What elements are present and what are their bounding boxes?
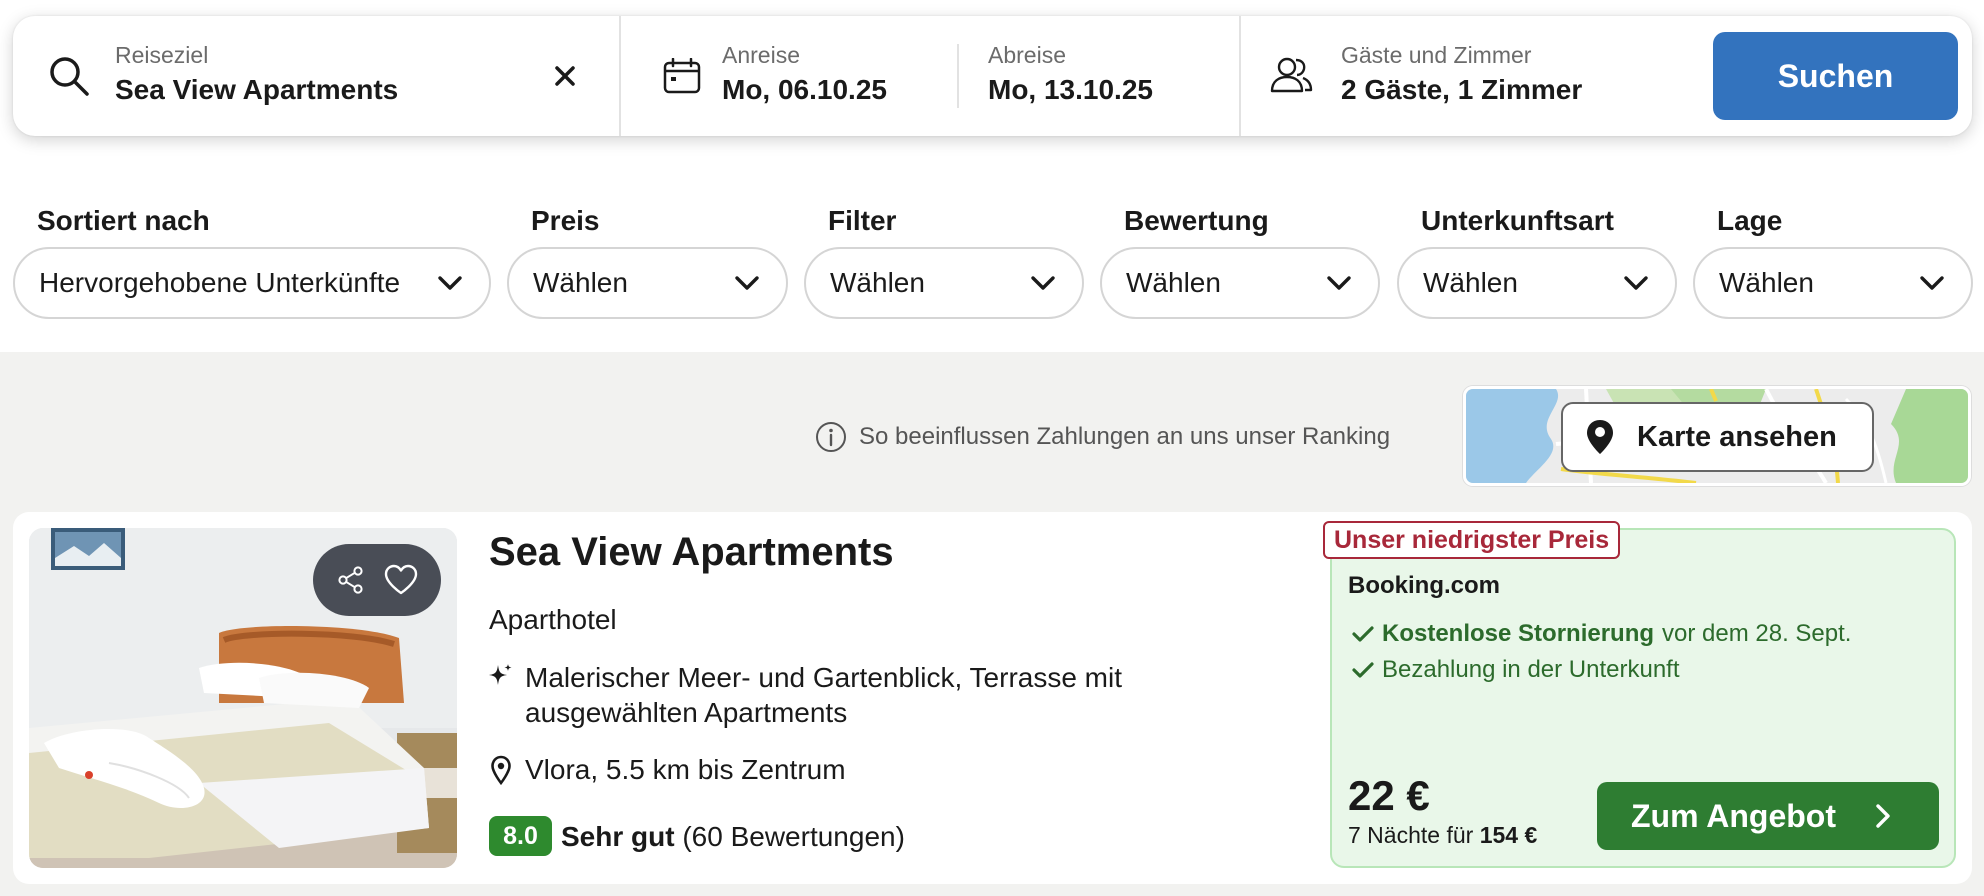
view-map-button[interactable]: Karte ansehen: [1561, 402, 1874, 472]
clear-icon[interactable]: [554, 65, 576, 87]
search-bar: Reiseziel Sea View Apartments Anreise Mo…: [13, 16, 1972, 136]
checkin-field[interactable]: Anreise Mo, 06.10.25: [621, 16, 951, 136]
rating-select[interactable]: Wählen: [1100, 247, 1380, 319]
filter-select-value: Wählen: [830, 267, 925, 298]
filter-select[interactable]: Wählen: [804, 247, 1084, 319]
location-select[interactable]: Wählen: [1693, 247, 1973, 319]
calendar-icon: [663, 58, 701, 94]
benefit-pay-at-property-text: Bezahlung in der Unterkunft: [1382, 656, 1680, 683]
chevron-down-icon: [438, 276, 462, 290]
checkin-value: Mo, 06.10.25: [722, 74, 887, 105]
type-select[interactable]: Wählen: [1397, 247, 1677, 319]
rating-score-badge: 8.0: [489, 816, 552, 856]
filter-label-location: Lage: [1717, 205, 1783, 236]
chevron-down-icon: [735, 276, 759, 290]
filter-label-price: Preis: [531, 205, 600, 236]
total-price-prefix: 7 Nächte für: [1348, 822, 1474, 848]
destination-field[interactable]: Reiseziel Sea View Apartments: [13, 16, 619, 136]
view-deal-label: Zum Angebot: [1631, 797, 1836, 834]
hotel-title[interactable]: Sea View Apartments: [489, 530, 894, 575]
chevron-down-icon: [1624, 276, 1648, 290]
destination-value: Sea View Apartments: [115, 74, 399, 105]
hotel-location: Vlora, 5.5 km bis Zentrum: [525, 754, 846, 785]
price-select-value: Wählen: [533, 267, 628, 298]
filter-label-type: Unterkunftsart: [1421, 205, 1614, 236]
filter-label-rating: Bewertung: [1124, 205, 1269, 236]
rating-summary[interactable]: Sehr gut (60 Bewertungen): [561, 821, 905, 853]
rating-count: (60 Bewertungen): [682, 821, 905, 852]
guests-value: 2 Gäste, 1 Zimmer: [1341, 74, 1583, 105]
location-select-value: Wählen: [1719, 267, 1814, 298]
info-icon: [816, 422, 846, 452]
sparkle-icon: [489, 664, 512, 685]
heart-icon[interactable]: [383, 564, 419, 596]
ranking-info-text: So beeinflussen Zahlungen an uns unser R…: [859, 423, 1391, 450]
nightly-price: 22 €: [1348, 772, 1430, 819]
share-icon[interactable]: [336, 565, 366, 595]
benefit-free-cancellation-rest: vor dem 28. Sept.: [1662, 620, 1852, 647]
ranking-info-link[interactable]: So beeinflussen Zahlungen an uns unser R…: [815, 420, 1390, 454]
search-button[interactable]: Suchen: [1713, 32, 1958, 120]
benefit-pay-at-property: Bezahlung in der Unterkunft: [1352, 656, 1680, 684]
chevron-down-icon: [1327, 276, 1351, 290]
search-icon: [50, 57, 89, 96]
chevron-down-icon: [1920, 276, 1944, 290]
total-price: 7 Nächte für 154 €: [1348, 822, 1537, 849]
location-pin-icon: [491, 755, 511, 785]
view-deal-button[interactable]: Zum Angebot: [1597, 782, 1939, 850]
checkout-field[interactable]: Abreise Mo, 13.10.25: [959, 16, 1253, 136]
lowest-price-badge: Unser niedrigster Preis: [1323, 521, 1621, 559]
benefit-free-cancellation-bold: Kostenlose Stornierung: [1382, 620, 1655, 647]
checkmark-icon: [1352, 626, 1374, 642]
sort-select-value: Hervorgehobene Unterkünfte: [39, 267, 401, 298]
checkmark-icon: [1352, 662, 1374, 678]
guests-icon: [1270, 57, 1313, 93]
type-select-value: Wählen: [1423, 267, 1518, 298]
filter-label-filter: Filter: [828, 205, 897, 236]
price-select[interactable]: Wählen: [507, 247, 788, 319]
checkout-label: Abreise: [988, 42, 1066, 68]
offer-provider: Booking.com: [1348, 572, 1501, 599]
benefit-free-cancellation: Kostenlose Stornierung vor dem 28. Sept.: [1352, 620, 1851, 648]
checkout-value: Mo, 13.10.25: [988, 74, 1153, 105]
rating-label: Sehr gut: [561, 821, 675, 852]
map-pin-icon: [1587, 420, 1613, 454]
sort-select[interactable]: Hervorgehobene Unterkünfte: [13, 247, 491, 319]
guests-label: Gäste und Zimmer: [1341, 42, 1532, 68]
rating-select-value: Wählen: [1126, 267, 1221, 298]
checkin-label: Anreise: [722, 42, 800, 68]
guests-field[interactable]: Gäste und Zimmer 2 Gäste, 1 Zimmer: [1241, 16, 1701, 136]
destination-label: Reiseziel: [115, 42, 209, 68]
filter-label-sort: Sortiert nach: [37, 205, 210, 236]
hotel-feature: Malerischer Meer- und Gartenblick, Terra…: [525, 662, 1123, 728]
total-price-value: 154 €: [1479, 822, 1538, 848]
photo-actions: [313, 544, 441, 616]
chevron-right-icon: [1876, 804, 1890, 828]
view-map-label: Karte ansehen: [1637, 420, 1837, 453]
hotel-type: Aparthotel: [489, 604, 617, 635]
chevron-down-icon: [1031, 276, 1055, 290]
